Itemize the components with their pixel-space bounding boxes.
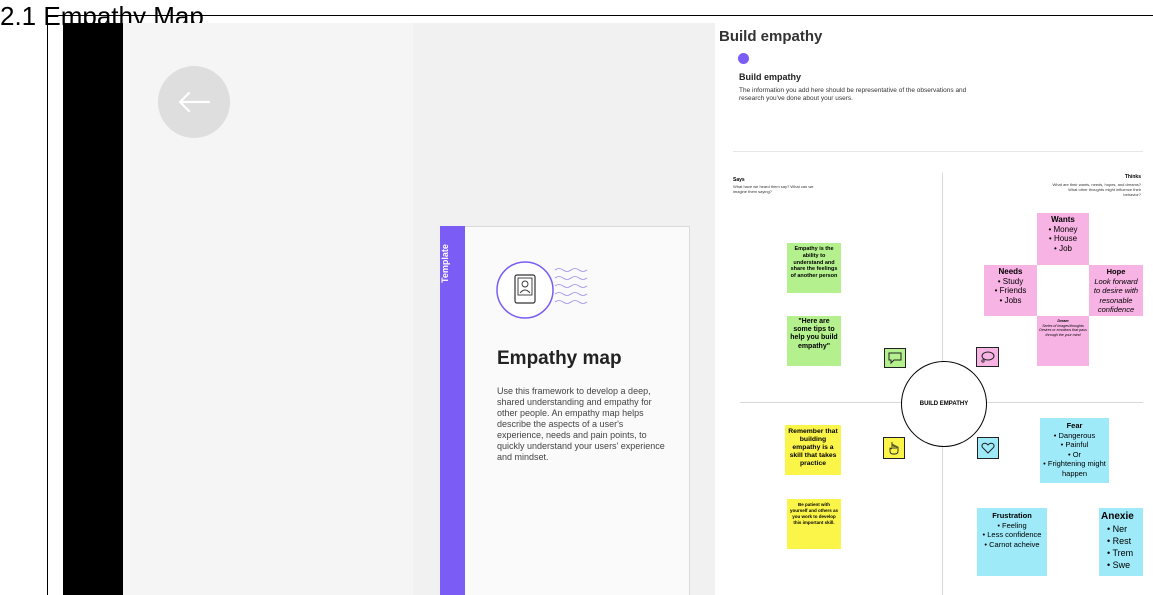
thinks-quadrant-icon: [976, 347, 999, 367]
wants-item: House: [1039, 234, 1087, 244]
anxiety-title: Anexie: [1101, 511, 1134, 522]
template-description: Use this framework to develop a deep, sh…: [497, 386, 665, 462]
thought-bubble-icon: [981, 351, 995, 363]
feels-quadrant-icon: [977, 437, 999, 459]
fear-item: Or: [1042, 450, 1107, 460]
empathy-illustration-icon: [496, 261, 588, 319]
back-button[interactable]: [158, 66, 230, 138]
frustration-item: Less confidence: [979, 530, 1045, 540]
frustration-item: Feeling: [979, 521, 1045, 531]
template-band: Template: [440, 226, 465, 595]
says-quadrant-icon: [884, 348, 906, 368]
template-band-label: Template: [440, 244, 450, 284]
left-border-line: [47, 15, 48, 595]
sticky-empathy-definition[interactable]: Empathy is the ability to understand and…: [787, 243, 841, 293]
fear-item: Frightening might happen: [1042, 459, 1107, 478]
fear-item: Painful: [1042, 440, 1107, 450]
heart-icon: [981, 442, 995, 454]
anxiety-item: Swe: [1107, 559, 1143, 571]
needs-item: Friends: [986, 286, 1035, 296]
sticky-hope[interactable]: Hope Look forward to desire with resonab…: [1089, 265, 1143, 316]
says-title: Says: [733, 177, 745, 183]
sticky-fear[interactable]: Fear Dangerous Painful Or Frightening mi…: [1040, 418, 1109, 483]
sticky-be-patient[interactable]: Be patient with yourself and others as y…: [787, 499, 841, 549]
board-divider: [733, 151, 1143, 152]
sticky-needs[interactable]: Needs Study Friends Jobs: [984, 265, 1037, 316]
template-title: Empathy map: [497, 348, 622, 369]
board-dot-icon: [738, 53, 749, 64]
sticky-remember[interactable]: Remember that building empathy is a skil…: [785, 425, 841, 475]
hope-text: Look forward to desire with resonable co…: [1093, 276, 1139, 315]
frustration-item: Carnot acheive: [979, 540, 1045, 550]
sticky-frustration[interactable]: Frustration Feeling Less confidence Carn…: [977, 508, 1047, 576]
wants-item: Money: [1039, 225, 1087, 235]
sticky-wants[interactable]: Wants Money House Job: [1037, 213, 1089, 265]
board-subtitle: Build empathy: [739, 72, 802, 82]
heading-underline: [48, 15, 1153, 16]
sticky-anxiety[interactable]: Anexie Ner Rest Trem Swe: [1099, 508, 1143, 576]
says-subtitle: What have we heard them say? What can we…: [733, 184, 814, 194]
fear-item: Dangerous: [1042, 431, 1107, 441]
wants-item: Job: [1039, 244, 1087, 254]
black-strip: [63, 23, 123, 595]
thinks-subtitle: What are their wants, needs, hopes, and …: [1052, 182, 1142, 197]
hope-title: Hope: [1106, 267, 1126, 276]
needs-item: Jobs: [986, 296, 1035, 306]
center-circle: BUILD EMPATHY: [901, 361, 987, 447]
needs-item: Study: [986, 277, 1035, 287]
does-quadrant-icon: [883, 437, 905, 459]
empathy-board[interactable]: Build empathy Build empathy The informat…: [715, 23, 1143, 595]
sticky-tips[interactable]: "Here are some tips to help you build em…: [787, 316, 841, 366]
pointing-hand-icon: [889, 442, 899, 455]
thinks-title: Thinks: [1124, 174, 1141, 180]
anxiety-item: Rest: [1107, 535, 1143, 547]
board-description: The information you add here should be r…: [739, 87, 967, 102]
anxiety-item: Trem: [1107, 547, 1143, 559]
frustration-title: Frustration: [992, 511, 1032, 520]
wants-title: Wants: [1051, 215, 1075, 224]
arrow-left-icon: [178, 91, 211, 113]
anxiety-item: Ner: [1107, 523, 1143, 535]
fear-title: Fear: [1066, 421, 1083, 430]
sticky-dream[interactable]: Dream Series of images/thoughts Desires …: [1037, 316, 1089, 366]
board-title: Build empathy: [719, 28, 823, 45]
dream-text: Series of images/thoughts Desires or emo…: [1039, 323, 1087, 337]
needs-title: Needs: [998, 267, 1023, 276]
speech-bubble-icon: [888, 352, 902, 364]
